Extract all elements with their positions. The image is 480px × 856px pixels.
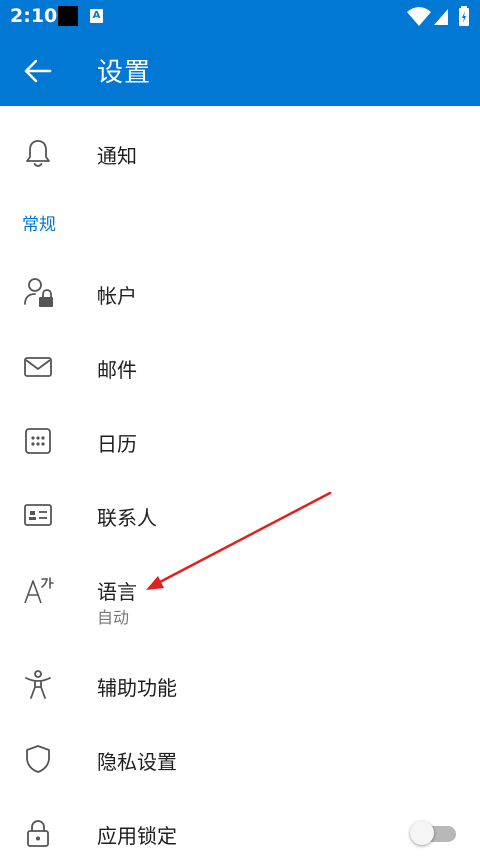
calendar-icon: [25, 428, 51, 454]
accessibility-icon: [25, 670, 51, 699]
settings-item-label: 通知: [97, 144, 137, 168]
wifi-icon: [407, 7, 431, 26]
settings-item-label: 隐私设置: [97, 750, 177, 774]
a-notification-icon: A: [90, 9, 103, 23]
battery-icon: [459, 6, 469, 26]
toggle-knob: [410, 821, 434, 845]
status-bar: 2:10 A: [0, 0, 480, 34]
page-title: 设置: [97, 58, 152, 88]
settings-item-label: 辅助功能: [97, 676, 177, 700]
contact-card-icon: [24, 504, 52, 526]
settings-item-label: 应用锁定: [97, 824, 177, 848]
signal-icon: [434, 9, 448, 25]
status-time: 2:10: [10, 5, 58, 27]
settings-item-label: 联系人: [97, 506, 157, 530]
account-lock-icon: [24, 278, 53, 307]
settings-item-privacy[interactable]: 隐私设置: [0, 736, 480, 782]
language-value: 自动: [97, 608, 130, 627]
back-arrow-icon[interactable]: [20, 54, 54, 88]
settings-item-label: 帐户: [97, 284, 137, 308]
settings-item-accessibility[interactable]: 辅助功能: [0, 662, 480, 708]
bell-icon: [26, 140, 50, 167]
settings-item-language[interactable]: 语言 自动: [0, 566, 480, 628]
settings-item-label: 语言: [97, 580, 137, 604]
settings-item-label: 邮件: [97, 358, 137, 382]
settings-item-mail[interactable]: 邮件: [0, 344, 480, 390]
settings-item-account[interactable]: 帐户: [0, 270, 480, 316]
app-bar: 设置: [0, 34, 480, 106]
shield-icon: [26, 745, 50, 773]
settings-item-contacts[interactable]: 联系人: [0, 492, 480, 538]
language-icon: [24, 577, 54, 604]
settings-item-app-lock[interactable]: 应用锁定: [0, 810, 480, 856]
settings-item-notifications[interactable]: 通知: [0, 130, 480, 176]
mail-icon: [24, 357, 52, 377]
app-lock-toggle[interactable]: [410, 821, 456, 845]
lock-icon: [27, 820, 49, 847]
notification-icon: [58, 6, 78, 26]
section-header-general: 常规: [22, 215, 56, 235]
settings-item-label: 日历: [97, 432, 137, 456]
settings-item-calendar[interactable]: 日历: [0, 418, 480, 464]
